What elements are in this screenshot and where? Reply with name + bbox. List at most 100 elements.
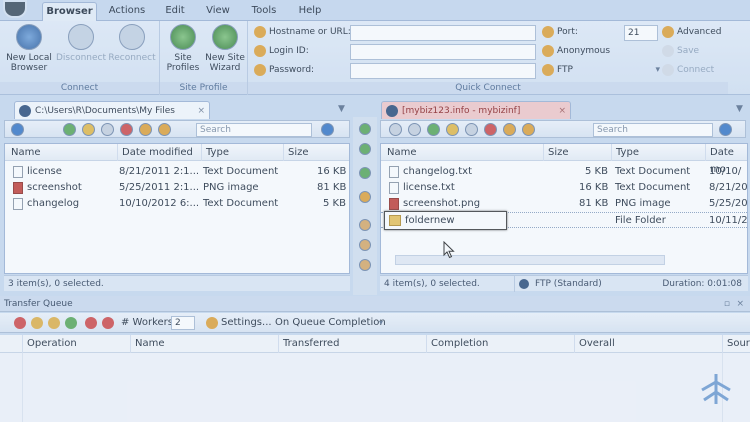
key-icon — [254, 63, 266, 76]
port-input[interactable]: 21 — [624, 25, 658, 41]
connect-group: New Local Browser Disconnect Reconnect C… — [0, 21, 160, 95]
connect-group-label: Connect — [0, 82, 159, 94]
search-icon[interactable] — [719, 123, 732, 136]
save-button[interactable]: Save — [662, 43, 699, 60]
column-date-modified[interactable]: Date mo — [705, 144, 747, 175]
remote-file-list: Name Size Type Date mo changelog.txt 5 K… — [380, 143, 748, 274]
column-name[interactable]: Name — [383, 144, 543, 161]
site-profiles-button[interactable]: Site Profiles — [162, 24, 204, 73]
close-icon[interactable]: × — [736, 296, 744, 312]
settings-button[interactable]: Settings... — [221, 313, 272, 333]
table-row[interactable]: license 8/21/2011 2:1... Text Document 1… — [5, 164, 349, 180]
queue-remove-icon[interactable] — [359, 259, 371, 271]
new-site-wizard-button[interactable]: New Site Wizard — [202, 24, 248, 73]
start-icon[interactable] — [65, 317, 77, 329]
wizard-icon — [212, 24, 238, 50]
table-row[interactable]: changelog.txt 5 KB Text Document 10/10/ — [381, 164, 747, 180]
password-input[interactable] — [350, 63, 536, 79]
column-date-modified[interactable]: Date modified — [117, 144, 201, 161]
table-row[interactable]: license.txt 16 KB Text Document 8/21/20 — [381, 180, 747, 196]
disconnect-button[interactable]: Disconnect — [55, 24, 107, 63]
column-type[interactable]: Type — [611, 144, 705, 161]
tab-browser[interactable]: Browser — [42, 2, 97, 21]
connect-button[interactable]: Connect — [662, 62, 714, 79]
column-completion[interactable]: Completion — [426, 335, 574, 353]
sync-icon[interactable] — [359, 167, 371, 179]
folder-up-icon[interactable] — [446, 123, 459, 136]
remote-site-tab[interactable]: [mybiz123.info - mybizinf] × — [381, 101, 571, 119]
column-type[interactable]: Type — [201, 144, 283, 161]
refresh-icon[interactable] — [63, 123, 76, 136]
image-file-icon — [13, 182, 23, 194]
table-row[interactable]: screenshot.png 81 KB PNG image 5/25/20 — [381, 196, 747, 212]
tab-tools[interactable]: Tools — [243, 2, 285, 21]
rename-icon[interactable] — [139, 123, 152, 136]
table-row[interactable]: changelog 10/10/2012 6:... Text Document… — [5, 196, 349, 212]
delete-icon[interactable] — [120, 123, 133, 136]
column-name[interactable]: Name — [130, 335, 278, 353]
remote-pane-menu-icon[interactable]: ▼ — [736, 104, 743, 114]
hostname-input[interactable] — [350, 25, 536, 41]
local-search-input[interactable]: Search — [196, 123, 312, 137]
stop-icon[interactable] — [14, 317, 26, 329]
anonymous-checkbox[interactable]: Anonymous — [542, 43, 610, 60]
rename-input[interactable]: foldernew — [384, 211, 507, 230]
refresh-icon[interactable] — [427, 123, 440, 136]
tab-edit[interactable]: Edit — [157, 2, 193, 21]
advanced-button[interactable]: Advanced — [662, 24, 721, 41]
local-drive-icon — [19, 105, 31, 117]
view-icon[interactable] — [101, 123, 114, 136]
new-site-wizard-label: New Site Wizard — [205, 53, 245, 73]
remote-search-input[interactable]: Search — [593, 123, 713, 137]
monitor-icon — [16, 24, 42, 50]
quick-connect-group: Hostname or URL: Login ID: Password: Por… — [248, 21, 728, 95]
new-folder-icon[interactable] — [522, 123, 535, 136]
tab-view[interactable]: View — [200, 2, 236, 21]
download-icon[interactable] — [359, 143, 371, 155]
new-folder-icon[interactable] — [158, 123, 171, 136]
watermark-logo-icon — [701, 374, 731, 404]
tab-actions[interactable]: Actions — [104, 2, 150, 21]
tab-help[interactable]: Help — [292, 2, 328, 21]
back-icon[interactable] — [389, 123, 402, 136]
local-pane-menu-icon[interactable]: ▼ — [338, 104, 345, 114]
back-icon[interactable] — [11, 123, 24, 136]
login-input[interactable] — [350, 44, 536, 60]
local-path-tab[interactable]: C:\Users\R\Documents\My Files × — [14, 101, 210, 119]
search-icon[interactable] — [321, 123, 334, 136]
pin-icon[interactable]: ▫ — [724, 296, 730, 312]
queue-edit-icon[interactable] — [359, 239, 371, 251]
connect-icon — [662, 63, 674, 76]
view-icon[interactable] — [465, 123, 478, 136]
reconnect-button[interactable]: Reconnect — [106, 24, 158, 63]
pause-all-icon[interactable] — [48, 317, 60, 329]
column-transferred[interactable]: Transferred — [278, 335, 426, 353]
on-queue-completion-menu[interactable]: On Queue Completion — [275, 313, 386, 333]
folder-up-icon[interactable] — [82, 123, 95, 136]
new-local-browser-button[interactable]: New Local Browser — [4, 24, 54, 73]
forward-icon[interactable] — [408, 123, 421, 136]
protocol-select[interactable]: FTP ▾ — [542, 62, 660, 79]
horizontal-scrollbar[interactable] — [395, 255, 665, 265]
column-overall[interactable]: Overall — [574, 335, 722, 353]
close-icon[interactable]: × — [558, 102, 566, 120]
upload-icon[interactable] — [359, 123, 371, 135]
delete-icon[interactable] — [484, 123, 497, 136]
close-icon[interactable]: × — [197, 102, 205, 120]
queue-add-icon[interactable] — [359, 219, 371, 231]
workers-stepper[interactable]: 2 — [171, 316, 195, 330]
column-name[interactable]: Name — [7, 144, 117, 161]
column-size[interactable]: Size — [543, 144, 611, 161]
compare-icon[interactable] — [359, 191, 371, 203]
clear-icon[interactable] — [102, 317, 114, 329]
table-row[interactable]: screenshot 5/25/2011 2:1... PNG image 81… — [5, 180, 349, 196]
column-size[interactable]: Size — [283, 144, 347, 161]
column-source[interactable]: Sourc — [722, 335, 750, 353]
app-logo-icon[interactable] — [3, 0, 27, 18]
local-columns: Name Date modified Type Size — [5, 144, 349, 161]
rename-icon[interactable] — [503, 123, 516, 136]
column-operation[interactable]: Operation — [22, 335, 132, 353]
remove-icon[interactable] — [85, 317, 97, 329]
site-profile-group-label: Site Profile — [160, 82, 247, 94]
pause-icon[interactable] — [31, 317, 43, 329]
